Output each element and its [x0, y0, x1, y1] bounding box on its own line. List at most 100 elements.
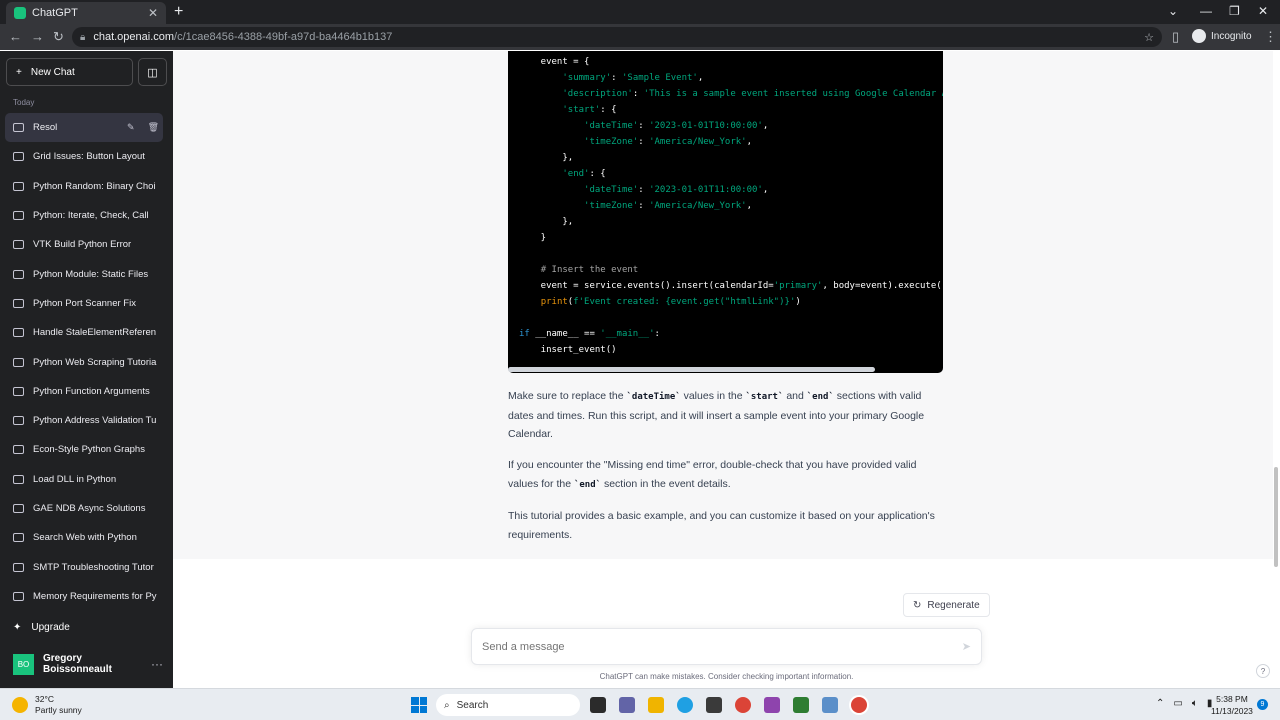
more-icon[interactable]: ···	[151, 657, 163, 671]
conversation-item[interactable]: Python Address Validation Tu	[5, 406, 163, 435]
minimize-icon[interactable]: —	[1200, 4, 1212, 18]
chrome-icon[interactable]	[735, 697, 751, 713]
avatar: BO	[13, 653, 34, 675]
chat-bubble-icon	[13, 474, 24, 484]
forward-icon[interactable]: →	[31, 29, 44, 44]
conversation-item[interactable]: Python Module: Static Files	[5, 259, 163, 288]
reload-icon[interactable]: ↻	[53, 29, 64, 45]
bookmark-star-icon[interactable]: ☆	[1144, 31, 1154, 44]
conversation-item-active[interactable]: Resol ✎ 🗑︎	[5, 113, 163, 143]
chat-bubble-icon	[13, 298, 24, 308]
conversation-item[interactable]: Econ-Style Python Graphs	[5, 435, 163, 464]
search-icon: ⌕	[444, 699, 450, 711]
code-line: 'timeZone': 'America/New_York',	[584, 201, 753, 211]
vertical-scrollbar[interactable]	[1274, 467, 1278, 567]
trash-icon[interactable]: 🗑︎	[148, 122, 159, 133]
conversation-item[interactable]: Python: Iterate, Check, Call	[5, 201, 163, 230]
code-line: event = {	[519, 57, 590, 67]
store-icon[interactable]	[706, 697, 722, 713]
browser-menu-icon[interactable]: ⋮	[1264, 29, 1277, 45]
conversation-item[interactable]: Python Function Arguments	[5, 377, 163, 406]
chat-main: event = { 'summary': 'Sample Event', 'de…	[173, 51, 1280, 688]
code-line: 'summary': 'Sample Event',	[562, 73, 704, 83]
edge-icon[interactable]	[677, 697, 693, 713]
code-line: insert_event()	[519, 345, 617, 355]
incognito-indicator[interactable]: Incognito	[1192, 29, 1252, 43]
close-window-icon[interactable]: ✕	[1258, 4, 1268, 18]
code-line: event = service.events().insert(calendar…	[519, 281, 943, 291]
chat-bubble-icon	[13, 533, 24, 543]
conversation-item[interactable]: Python Web Scraping Tutoria	[5, 347, 163, 376]
help-button[interactable]: ?	[1256, 664, 1270, 678]
chat-bubble-icon	[13, 386, 24, 396]
conversation-item[interactable]: Grid Issues: Button Layout	[5, 142, 163, 171]
close-tab-icon[interactable]: ✕	[148, 6, 158, 20]
conversation-item[interactable]: Python Port Scanner Fix	[5, 289, 163, 318]
code-line: print(f'Event created: {event.get("htmlL…	[540, 297, 801, 307]
plus-icon: +	[16, 66, 22, 78]
chat-bubble-icon	[13, 328, 24, 338]
code-block: event = { 'summary': 'Sample Event', 'de…	[508, 51, 943, 373]
windows-start-icon[interactable]	[411, 697, 427, 713]
teams-icon[interactable]	[619, 697, 635, 713]
address-bar: ← → ↻ 🔒︎ chat.openai.com/c/1cae8456-4388…	[0, 24, 1280, 50]
back-icon[interactable]: ←	[9, 29, 22, 44]
conversation-item[interactable]: Handle StaleElementReferen	[5, 318, 163, 347]
chat-bubble-icon	[13, 152, 24, 162]
incognito-icon	[1192, 29, 1206, 43]
notification-badge[interactable]: 9	[1257, 699, 1268, 710]
chrome-active-icon[interactable]	[851, 697, 867, 713]
chat-bubble-icon	[13, 181, 24, 191]
side-panel-icon[interactable]: ▯	[1172, 29, 1179, 45]
code-line: 'description': 'This is a sample event i…	[562, 89, 943, 99]
code-line: 'start': {	[562, 105, 617, 115]
sidebar-toggle-button[interactable]: ◫	[138, 58, 167, 86]
conversation-item[interactable]: Search Web with Python	[5, 523, 163, 552]
disclaimer: ChatGPT can make mistakes. Consider chec…	[599, 672, 854, 681]
task-view-icon[interactable]	[590, 697, 606, 713]
answer-paragraph: This tutorial provides a basic example, …	[508, 510, 935, 541]
sidebar: + New Chat ◫ Today Resol ✎ 🗑︎ Grid Issue…	[0, 51, 173, 688]
send-icon[interactable]: ➤	[962, 640, 971, 653]
user-menu[interactable]: BO Gregory Boissonneault ···	[13, 653, 163, 675]
chat-bubble-icon	[13, 445, 24, 455]
maximize-icon[interactable]: ❐	[1229, 4, 1240, 18]
sparkle-icon: ✦	[13, 622, 22, 633]
app-icon[interactable]	[764, 697, 780, 713]
app-icon[interactable]	[822, 697, 838, 713]
message-input[interactable]	[482, 640, 962, 653]
code-horizontal-scrollbar[interactable]	[508, 367, 875, 372]
weather-widget[interactable]: 32°C Partly sunny	[12, 694, 82, 716]
chat-bubble-icon	[13, 357, 24, 367]
code-content: event = { 'summary': 'Sample Event', 'de…	[519, 54, 943, 358]
browser-tab[interactable]: ChatGPT ✕	[6, 2, 166, 24]
code-line: 'end': {	[562, 169, 606, 179]
clock[interactable]: 5:38 PM 11/13/2023	[1211, 693, 1253, 717]
conversation-item[interactable]: SMTP Troubleshooting Tutor	[5, 552, 163, 581]
new-chat-button[interactable]: + New Chat	[6, 58, 133, 86]
network-icon[interactable]: ▭	[1173, 698, 1182, 709]
volume-icon[interactable]: 🔈︎	[1192, 698, 1198, 709]
regenerate-button[interactable]: ↻ Regenerate	[903, 593, 990, 617]
refresh-icon: ↻	[913, 599, 922, 611]
tab-search-icon[interactable]: ⌄	[1168, 4, 1178, 18]
clock-time: 5:38 PM	[1216, 694, 1248, 704]
taskbar-search[interactable]: ⌕ Search	[436, 694, 580, 716]
chevron-up-icon[interactable]: ⌃	[1156, 698, 1164, 709]
upgrade-button[interactable]: ✦ Upgrade	[13, 622, 70, 633]
conversation-item[interactable]: VTK Build Python Error	[5, 230, 163, 259]
notepad-icon[interactable]	[793, 697, 809, 713]
file-explorer-icon[interactable]	[648, 697, 664, 713]
conversation-item[interactable]: Load DLL in Python	[5, 465, 163, 494]
new-tab-icon[interactable]: +	[174, 3, 183, 21]
code-line: 'dateTime': '2023-01-01T10:00:00',	[584, 121, 769, 131]
sidebar-toggle-icon: ◫	[147, 66, 158, 79]
conversation-item[interactable]: GAE NDB Async Solutions	[5, 494, 163, 523]
conversation-item[interactable]: Python Random: Binary Choi	[5, 172, 163, 201]
url-field[interactable]: 🔒︎ chat.openai.com/c/1cae8456-4388-49bf-…	[72, 27, 1162, 47]
edit-icon[interactable]: ✎	[127, 122, 135, 133]
conversation-item[interactable]: Memory Requirements for Py	[5, 582, 163, 611]
lock-icon[interactable]: 🔒︎	[80, 32, 85, 43]
chat-bubble-icon	[13, 504, 24, 513]
clock-date: 11/13/2023	[1211, 706, 1253, 716]
